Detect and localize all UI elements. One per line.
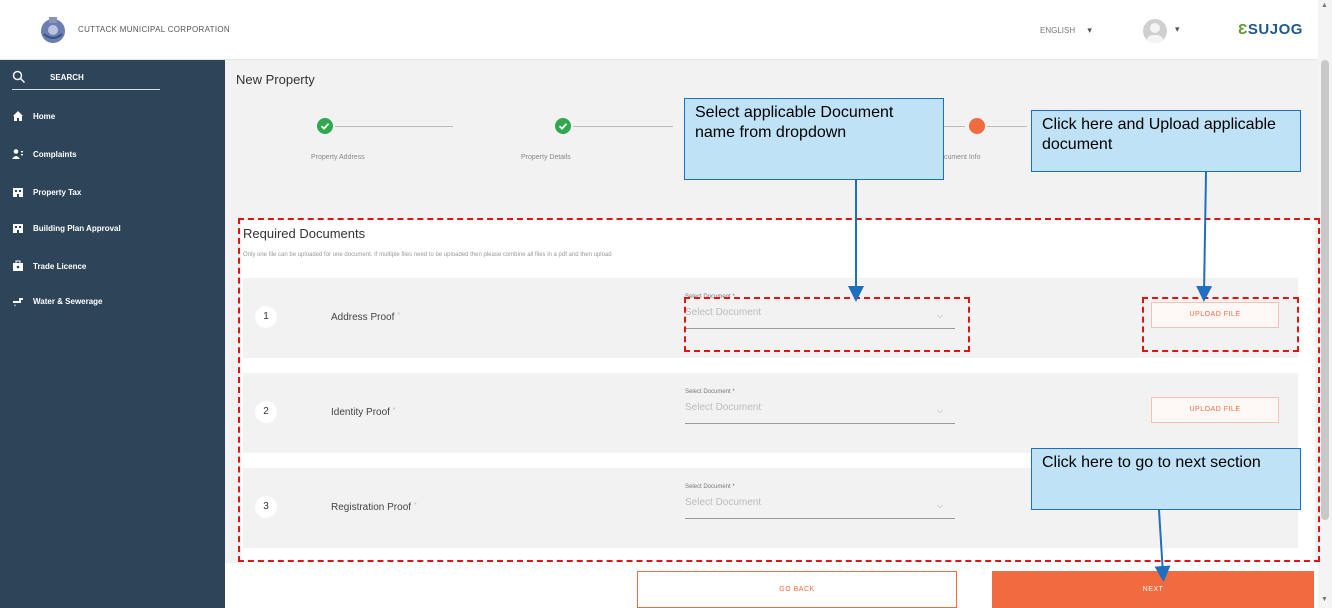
sidebar-item-trade-licence[interactable]: Trade Licence xyxy=(12,258,86,274)
step-connector xyxy=(335,126,453,127)
building-plan-icon xyxy=(13,224,23,233)
trade-licence-icon xyxy=(13,260,23,271)
scroll-down-icon[interactable]: ▼ xyxy=(1321,596,1328,603)
chevron-down-icon[interactable]: ▾ xyxy=(1175,24,1180,35)
page-title: New Property xyxy=(236,72,315,87)
upload-file-highlight xyxy=(1142,297,1299,352)
step-label: Property Details xyxy=(521,154,571,161)
sidebar-item-label: Building Plan Approval xyxy=(33,223,121,233)
search-input[interactable]: SEARCH xyxy=(12,68,160,90)
app-root: CUTTACK MUNICIPAL CORPORATION ENGLISH ▾ … xyxy=(0,0,1332,608)
sidebar-item-label: Home xyxy=(33,111,56,121)
footer-actions: GO BACK NEXT xyxy=(225,563,1318,608)
sidebar-item-home[interactable]: Home xyxy=(12,108,55,124)
sidebar-item-label: Trade Licence xyxy=(33,261,87,271)
home-icon xyxy=(13,111,23,121)
water-sewerage-icon xyxy=(13,298,23,307)
step-done-icon xyxy=(555,118,571,134)
sidebar-item-building-plan-approval[interactable]: Building Plan Approval xyxy=(12,220,121,236)
language-selector[interactable]: ENGLISH ▾ xyxy=(1040,25,1092,36)
sidebar-item-label: Water & Sewerage xyxy=(33,296,103,306)
step-done-icon xyxy=(317,118,333,134)
next-section-callout: Click here to go to next section xyxy=(1031,448,1301,510)
search-label: SEARCH xyxy=(50,73,84,82)
scroll-thumb[interactable] xyxy=(1321,60,1329,520)
sidebar-item-complaints[interactable]: Complaints xyxy=(12,146,77,162)
sujog-logo: ƐSUJOG xyxy=(1238,21,1303,38)
step-active-icon xyxy=(969,118,985,134)
next-button[interactable]: NEXT xyxy=(992,571,1314,608)
chevron-down-icon: ▾ xyxy=(1087,25,1092,35)
corporation-name: CUTTACK MUNICIPAL CORPORATION xyxy=(78,25,230,34)
sidebar-item-property-tax[interactable]: Property Tax xyxy=(12,184,81,200)
brand-name: SUJOG xyxy=(1247,21,1303,38)
brand-mark: Ɛ xyxy=(1238,21,1248,38)
search-icon xyxy=(12,70,25,83)
property-tax-icon xyxy=(13,188,23,197)
sidebar-item-water-sewerage[interactable]: Water & Sewerage xyxy=(12,293,103,309)
corporation-logo xyxy=(38,14,68,46)
avatar[interactable] xyxy=(1143,19,1167,43)
step-connector xyxy=(573,126,673,127)
select-document-callout: Select applicable Document name from dro… xyxy=(684,98,944,180)
sidebar: SEARCH Home Complaints Property Tax Buil… xyxy=(0,60,225,608)
scroll-up-icon[interactable]: ▲ xyxy=(1321,2,1328,9)
select-document-highlight xyxy=(684,297,970,352)
upload-document-callout: Click here and Upload applicable documen… xyxy=(1031,110,1301,172)
sidebar-item-label: Complaints xyxy=(33,149,77,159)
required-documents-highlight xyxy=(238,218,1320,562)
sidebar-item-label: Property Tax xyxy=(33,187,82,197)
scrollbar[interactable]: ▲ ▼ xyxy=(1318,0,1332,608)
go-back-button[interactable]: GO BACK xyxy=(637,571,957,608)
step-connector xyxy=(987,126,1027,127)
step-label: Property Address xyxy=(311,154,365,161)
complaints-icon xyxy=(12,149,23,159)
language-label: ENGLISH xyxy=(1040,26,1076,35)
top-bar: CUTTACK MUNICIPAL CORPORATION ENGLISH ▾ … xyxy=(0,0,1332,60)
